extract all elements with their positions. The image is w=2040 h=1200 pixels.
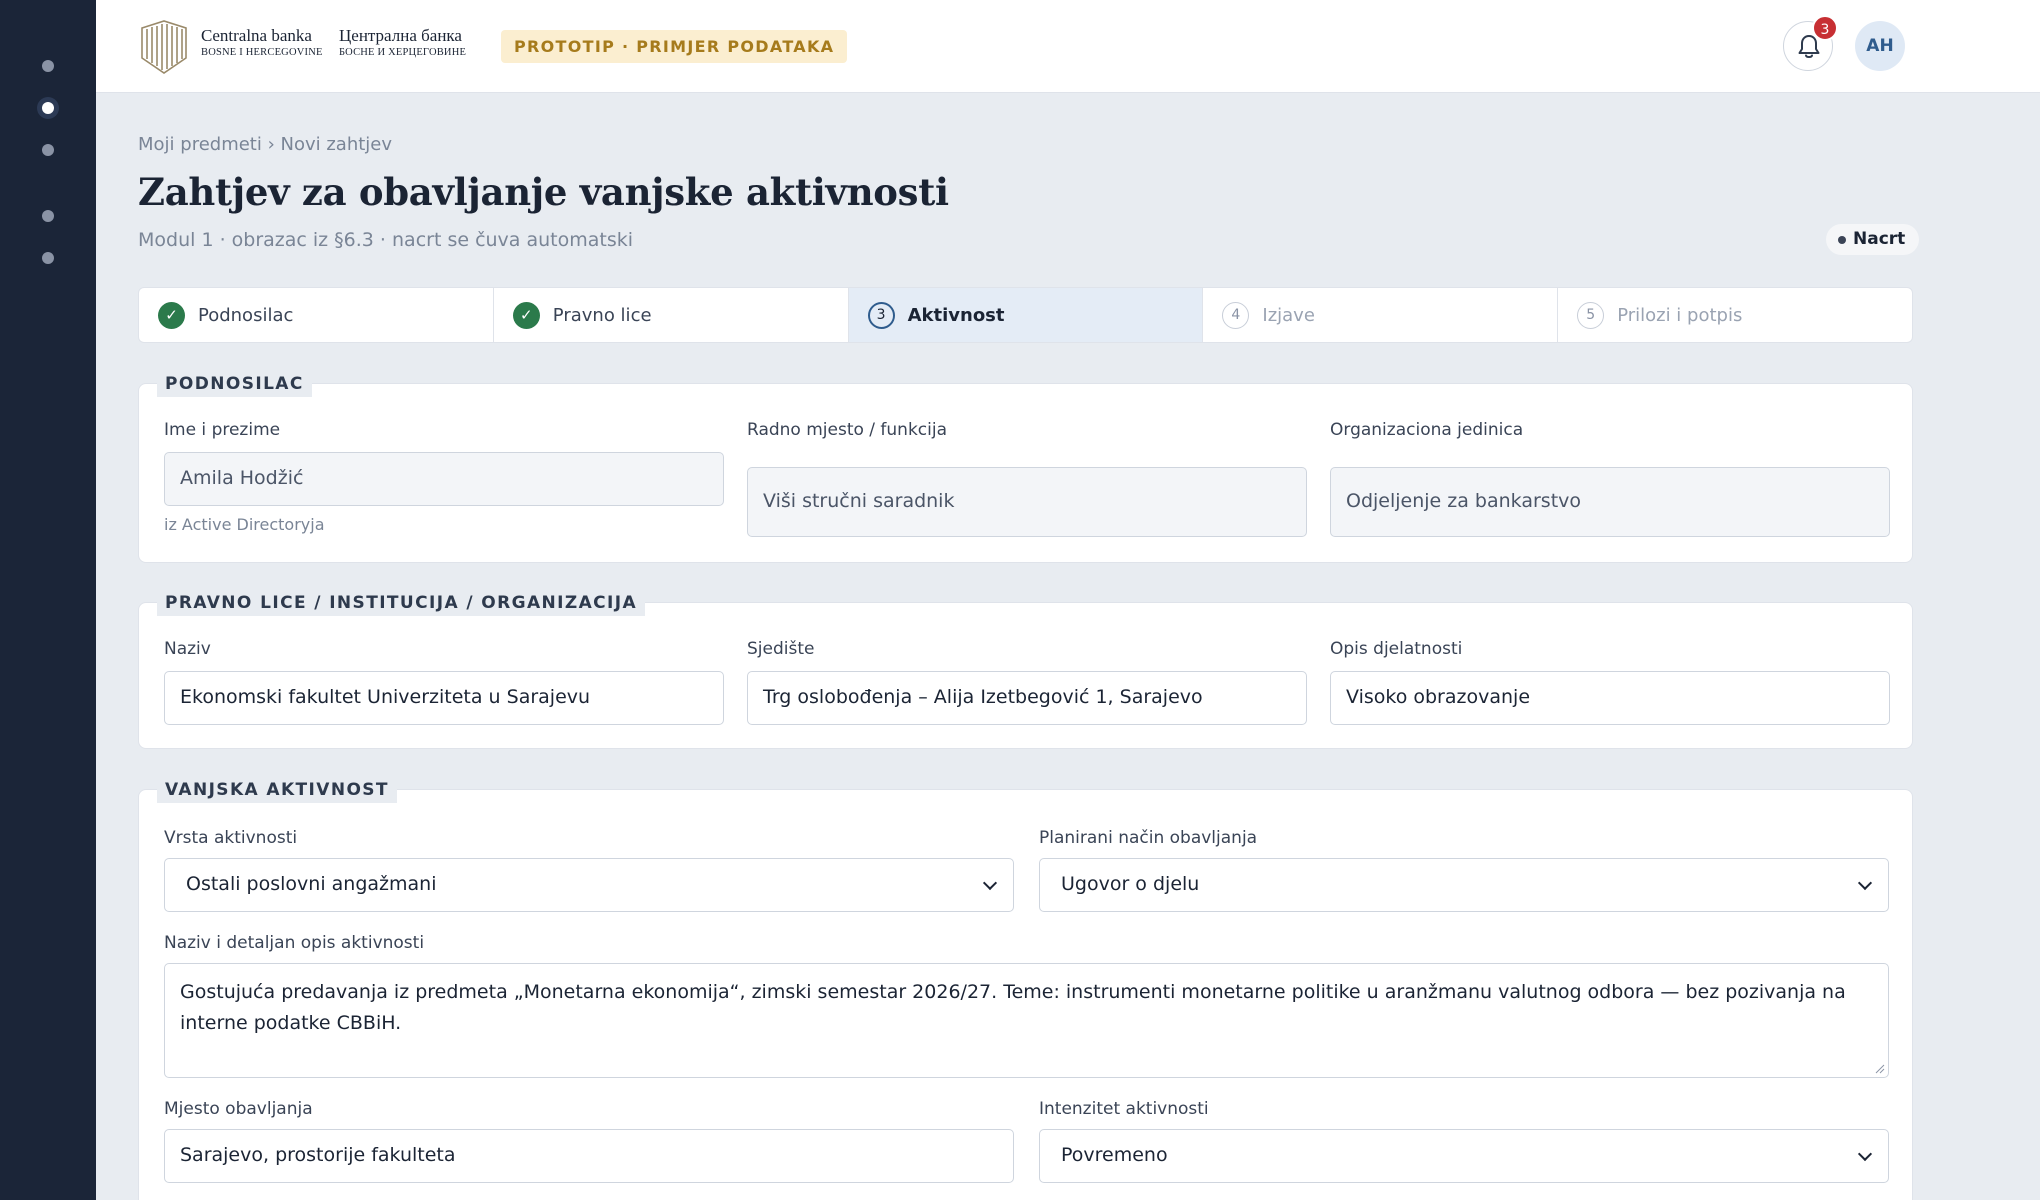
- name-hint: iz Active Directoryja: [164, 515, 325, 534]
- brand-latin: Centralna banka BOSNE I HERCEGOVINE: [201, 26, 323, 60]
- status-badge: Nacrt: [1826, 224, 1920, 255]
- step-label: Prilozi i potpis: [1617, 304, 1743, 326]
- activity-section: VANJSKA AKTIVNOST Vrsta aktivnosti Ostal…: [138, 777, 1913, 1200]
- step-label: Izjave: [1262, 304, 1315, 326]
- description-textarea[interactable]: Gostujuća predavanja iz predmeta „Moneta…: [164, 963, 1889, 1078]
- check-icon: ✓: [512, 301, 540, 329]
- section-legend: PRAVNO LICE / INSTITUCIJA / ORGANIZACIJA: [157, 590, 646, 616]
- mode-label: Planirani način obavljanja: [1039, 828, 1258, 848]
- side-rail: [0, 0, 96, 1200]
- intensity-label: Intenzitet aktivnosti: [1039, 1099, 1209, 1119]
- place-label: Mjesto obavljanja: [164, 1099, 313, 1119]
- step-prilozi-i-potpis[interactable]: 5 Prilozi i potpis: [1558, 288, 1912, 342]
- notification-count-badge: 3: [1812, 15, 1838, 41]
- description-label: Naziv i detaljan opis aktivnosti: [164, 933, 425, 953]
- activity-desc-label: Opis djelatnosti: [1330, 639, 1463, 659]
- step-label: Aktivnost: [907, 304, 1005, 326]
- step-izjave[interactable]: 4 Izjave: [1203, 288, 1559, 342]
- form-stepper: ✓ Podnosilac ✓ Pravno lice 3 Aktivnost 4…: [138, 287, 1913, 343]
- seat-input[interactable]: Trg oslobođenja – Alija Izetbegović 1, S…: [747, 671, 1307, 725]
- prototype-tag: PROTOTIP · PRIMJER PODATAKA: [501, 30, 848, 63]
- unit-label: Organizaciona jedinica: [1330, 420, 1524, 440]
- entity-name-label: Naziv: [164, 639, 211, 659]
- step-podnosilac[interactable]: ✓ Podnosilac: [139, 288, 494, 342]
- nav-dot-3[interactable]: [42, 144, 54, 156]
- brand-latin-sub: BOSNE I HERCEGOVINE: [201, 47, 323, 58]
- entity-name-input[interactable]: Ekonomski fakultet Univerziteta u Saraje…: [164, 671, 724, 725]
- step-number: 4: [1222, 301, 1250, 329]
- check-icon: ✓: [158, 301, 185, 329]
- nav-dot-4[interactable]: [42, 210, 54, 222]
- breadcrumb[interactable]: Moji predmeti › Novi zahtjev: [138, 134, 392, 155]
- step-aktivnost[interactable]: 3 Aktivnost: [848, 288, 1204, 342]
- activity-type-select[interactable]: Ostali poslovni angažmani: [164, 858, 1014, 912]
- step-pravno-lice[interactable]: ✓ Pravno lice: [494, 288, 849, 342]
- section-legend: PODNOSILAC: [157, 371, 312, 397]
- mode-select[interactable]: Ugovor o djelu: [1039, 858, 1889, 912]
- bank-logo-icon: [141, 20, 187, 74]
- nav-dot-1[interactable]: [42, 60, 54, 72]
- brand-latin-name: Centralna banka: [201, 26, 312, 45]
- brand-cyrillic-sub: БОСНЕ И ХЕРЦЕГОВИНЕ: [339, 47, 467, 58]
- activity-desc-input[interactable]: Visoko obrazovanje: [1330, 671, 1890, 725]
- entity-section: PRAVNO LICE / INSTITUCIJA / ORGANIZACIJA…: [138, 590, 1913, 749]
- description-text: Gostujuća predavanja iz predmeta „Moneta…: [180, 981, 1846, 1034]
- position-label: Radno mjesto / funkcija: [747, 420, 948, 440]
- page-subtitle: Modul 1 · obrazac iz §6.3 · nacrt se čuv…: [138, 229, 634, 251]
- position-field[interactable]: Viši stručni saradnik: [747, 467, 1307, 537]
- unit-field[interactable]: Odjeljenje za bankarstvo: [1330, 467, 1890, 537]
- name-label: Ime i prezime: [164, 420, 281, 440]
- brand-cyrillic-name: Централна банка: [339, 26, 462, 45]
- applicant-section: PODNOSILAC Ime i prezime Amila Hodžić iz…: [138, 371, 1913, 563]
- step-number: 3: [867, 301, 895, 329]
- intensity-select[interactable]: Povremeno: [1039, 1129, 1889, 1183]
- section-legend: VANJSKA AKTIVNOST: [157, 777, 397, 803]
- top-bar: Centralna banka BOSNE I HERCEGOVINE Цент…: [96, 0, 2040, 93]
- seat-label: Sjedište: [747, 639, 815, 659]
- user-avatar[interactable]: AH: [1855, 21, 1905, 71]
- page-title: Zahtjev za obavljanje vanjske aktivnosti: [138, 170, 949, 214]
- name-field[interactable]: Amila Hodžić: [164, 452, 724, 506]
- place-input[interactable]: Sarajevo, prostorije fakulteta: [164, 1129, 1014, 1183]
- activity-type-label: Vrsta aktivnosti: [164, 828, 298, 848]
- step-number: 5: [1577, 301, 1605, 329]
- brand-cyrillic: Централна банка БОСНЕ И ХЕРЦЕГОВИНЕ: [339, 26, 466, 60]
- step-label: Pravno lice: [552, 304, 652, 326]
- nav-dot-2-active[interactable]: [42, 102, 54, 114]
- resize-grip-icon[interactable]: [1875, 1064, 1885, 1074]
- step-label: Podnosilac: [198, 304, 294, 326]
- nav-dot-5[interactable]: [42, 252, 54, 264]
